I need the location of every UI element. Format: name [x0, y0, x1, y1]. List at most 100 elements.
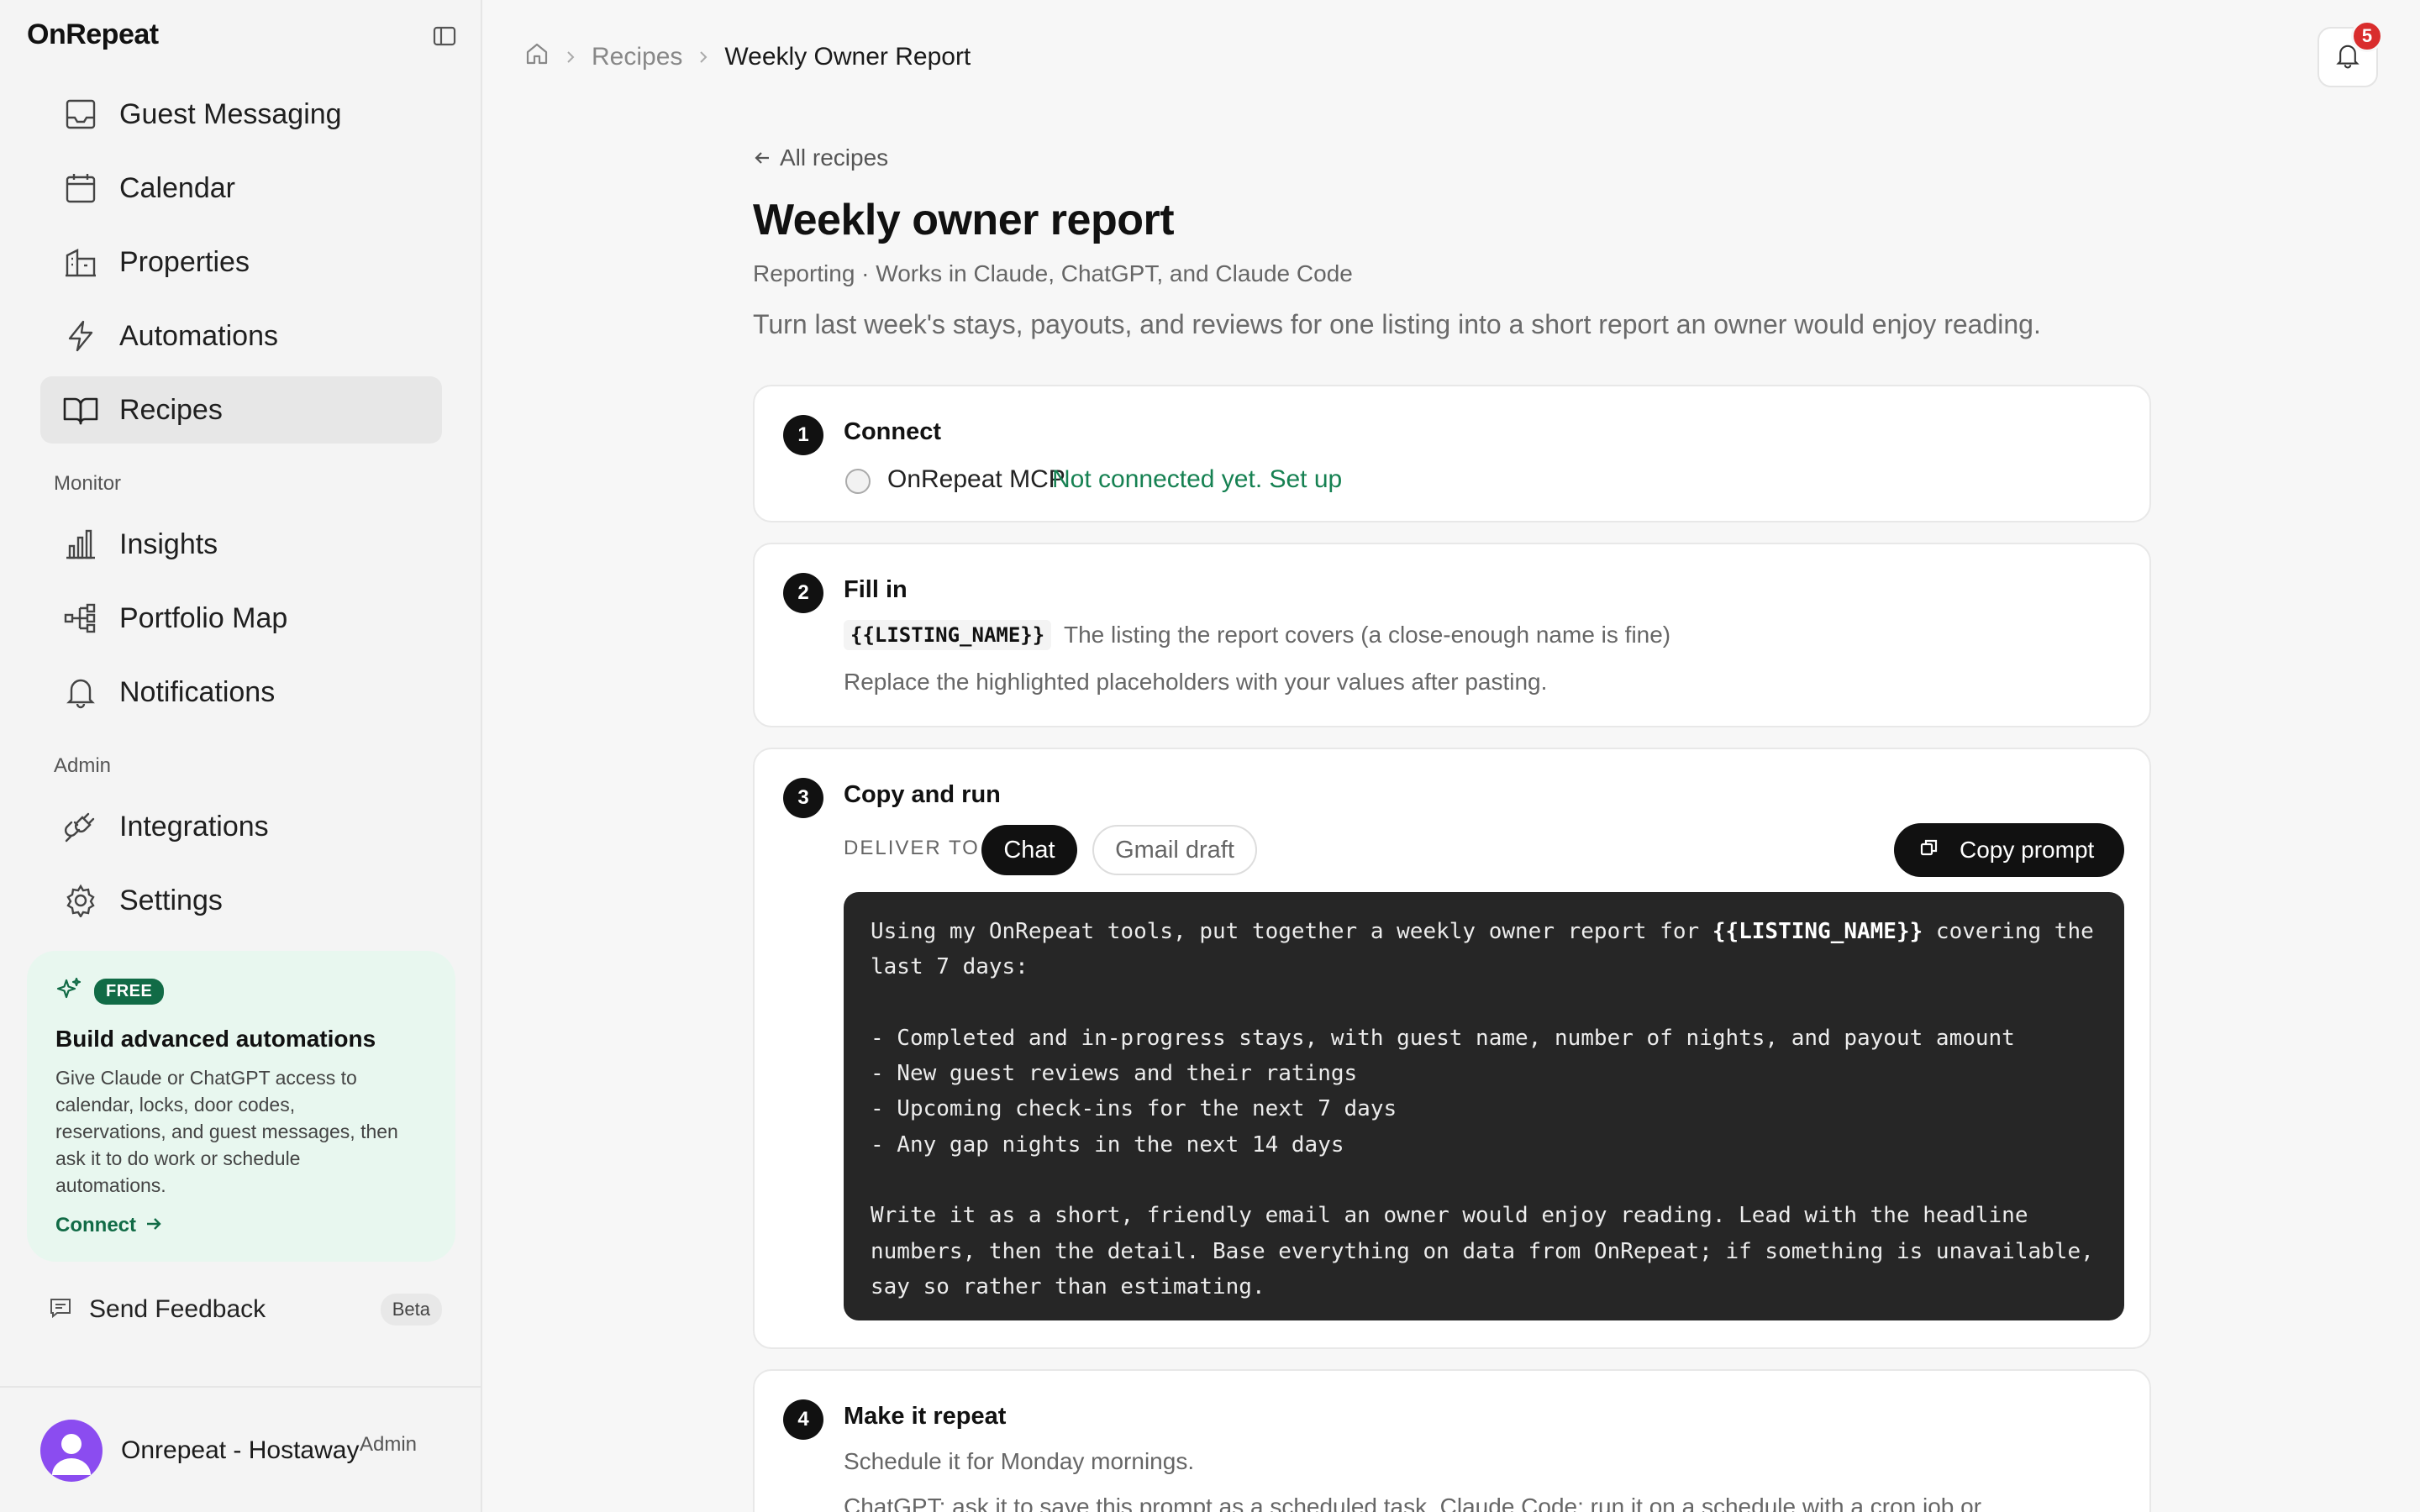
building-icon: [62, 244, 99, 281]
connection-status-radio[interactable]: [845, 469, 871, 494]
step-number: 3: [783, 778, 823, 818]
user-role: Admin: [360, 1433, 418, 1456]
page-title: Weekly owner report: [753, 196, 1175, 244]
prompt-placeholder: {{LISTING_NAME}}: [1712, 919, 1923, 944]
promo-title: Build advanced automations: [55, 1026, 376, 1052]
sidebar-item-label: Integrations: [119, 810, 269, 843]
chat-bubble-icon: [49, 1296, 72, 1324]
prompt-line: Using my OnRepeat tools, put together a …: [871, 919, 1712, 944]
beta-badge: Beta: [380, 1294, 442, 1326]
repeat-instructions: Schedule it for Monday mornings.: [844, 1448, 1195, 1474]
recipe-meta: Reporting · Works in Claude, ChatGPT, an…: [753, 260, 1353, 286]
sidebar-item-label: Recipes: [119, 393, 223, 426]
user-menu[interactable]: Onrepeat - Hostaway Admin: [0, 1386, 481, 1512]
sparkle-icon: [55, 976, 82, 1007]
calendar-icon: [62, 170, 99, 207]
step-title: Make it repeat: [844, 1403, 1007, 1430]
prompt-line: last 7 days:: [871, 954, 1028, 980]
recipe-description: Turn last week's stays, payouts, and rev…: [753, 309, 2041, 339]
free-badge: FREE: [94, 979, 165, 1005]
bar-chart-icon: [62, 526, 99, 563]
sidebar-item-properties[interactable]: Properties: [40, 228, 442, 296]
chevron-right-icon: [565, 43, 576, 71]
prompt-line: covering the: [1923, 919, 2094, 944]
inbox-icon: [62, 96, 99, 133]
deliver-option-gmail-draft[interactable]: Gmail draft: [1092, 825, 1257, 875]
deliver-to-label: DELIVER TO: [844, 837, 980, 859]
breadcrumb: Recipes Weekly Owner Report: [524, 40, 971, 74]
copy-prompt-label: Copy prompt: [1960, 837, 2095, 863]
all-recipes-link[interactable]: All recipes: [753, 144, 888, 171]
sidebar-item-calendar[interactable]: Calendar: [40, 155, 442, 222]
plug-icon: [62, 808, 99, 845]
breadcrumb-current: Weekly Owner Report: [724, 43, 971, 71]
prompt-line: - Upcoming check-ins for the next 7 days: [871, 1096, 1397, 1122]
app-logo[interactable]: OnRepeat: [27, 18, 159, 51]
sidebar-item-label: Properties: [119, 245, 250, 278]
sidebar-item-integrations[interactable]: Integrations: [40, 793, 442, 860]
promo-body: Give Claude or ChatGPT access to calenda…: [55, 1067, 398, 1196]
sidebar-item-label: Guest Messaging: [119, 97, 342, 130]
sidebar-item-label: Settings: [119, 884, 223, 916]
sidebar-item-label: Calendar: [119, 171, 235, 204]
sidebar-item-label: Automations: [119, 319, 278, 352]
step-title: Copy and run: [844, 781, 1001, 808]
lightning-icon: [62, 318, 99, 354]
step-number: 4: [783, 1399, 823, 1440]
sidebar-item-notifications[interactable]: Notifications: [40, 659, 442, 726]
book-icon: [62, 391, 99, 428]
arrow-right-icon: [145, 1214, 163, 1237]
all-recipes-label: All recipes: [780, 144, 889, 171]
prompt-line: - Completed and in-progress stays, with …: [871, 1025, 2015, 1051]
prompt-line: say so rather than estimating.: [871, 1273, 1265, 1299]
prompt-line: - Any gap nights in the next 14 days: [871, 1131, 1344, 1158]
step-fill-card: 2 Fill in {{LISTING_NAME}} The listing t…: [753, 543, 2151, 727]
sidebar-item-label: Portfolio Map: [119, 601, 288, 634]
step-repeat-card: 4 Make it repeat Schedule it for Monday …: [753, 1369, 2151, 1512]
placeholder-token: {{LISTING_NAME}}: [844, 620, 1052, 650]
promo-connect-label: Connect: [55, 1214, 136, 1236]
fill-instructions: Replace the highlighted placeholders wit…: [844, 669, 1548, 695]
sidebar-item-recipes[interactable]: Recipes: [40, 376, 442, 444]
sidebar-toggle-icon[interactable]: [432, 24, 457, 49]
breadcrumb-recipes[interactable]: Recipes: [592, 43, 682, 71]
gear-icon: [62, 882, 99, 919]
prompt-line: Write it as a short, friendly email an o…: [871, 1203, 2028, 1229]
home-icon[interactable]: [524, 41, 550, 73]
sidebar: OnRepeat Guest Messaging Calendar Proper…: [0, 0, 482, 1512]
sidebar-item-guest-messaging[interactable]: Guest Messaging: [40, 81, 442, 148]
prompt-code-block[interactable]: Using my OnRepeat tools, put together a …: [844, 892, 2124, 1320]
send-feedback-button[interactable]: Send Feedback Beta: [40, 1285, 442, 1334]
deliver-option-chat[interactable]: Chat: [981, 825, 1077, 875]
send-feedback-label: Send Feedback: [89, 1295, 266, 1323]
section-label-admin: Admin: [54, 754, 112, 777]
copy-prompt-button[interactable]: Copy prompt: [1894, 823, 2124, 877]
sidebar-item-label: Notifications: [119, 675, 276, 708]
chevron-right-icon: [697, 43, 709, 71]
prompt-line: numbers, then the detail. Base everythin…: [871, 1238, 2094, 1264]
promo-connect-link[interactable]: Connect: [55, 1214, 427, 1237]
sidebar-item-automations[interactable]: Automations: [40, 302, 442, 370]
mcp-service-name: OnRepeat MCP: [887, 465, 1065, 493]
arrow-left-icon: [753, 144, 771, 171]
step-copy-card: 3 Copy and run DELIVER TO Chat Gmail dra…: [753, 748, 2151, 1349]
hierarchy-icon: [62, 600, 99, 637]
avatar: [40, 1420, 103, 1482]
bell-icon: [62, 674, 99, 711]
sidebar-item-insights[interactable]: Insights: [40, 511, 442, 578]
step-number: 1: [783, 415, 823, 455]
set-up-link[interactable]: Not connected yet. Set up: [1052, 465, 1342, 494]
sidebar-item-settings[interactable]: Settings: [40, 867, 442, 934]
repeat-details: ChatGPT: ask it to save this prompt as a…: [844, 1494, 1982, 1512]
step-title: Fill in: [844, 576, 908, 603]
user-name: Onrepeat - Hostaway: [121, 1436, 360, 1464]
step-connect-card: 1 Connect OnRepeat MCP Not connected yet…: [753, 385, 2151, 522]
step-number: 2: [783, 573, 823, 613]
placeholder-description: The listing the report covers (a close-e…: [1064, 622, 1671, 648]
prompt-line: - New guest reviews and their ratings: [871, 1061, 1358, 1087]
sidebar-item-label: Insights: [119, 528, 218, 560]
sidebar-item-portfolio-map[interactable]: Portfolio Map: [40, 585, 442, 652]
copy-icon: [1919, 837, 1939, 864]
notification-count-badge: 5: [2351, 20, 2383, 52]
promo-card: FREE Build advanced automations Give Cla…: [27, 951, 455, 1262]
